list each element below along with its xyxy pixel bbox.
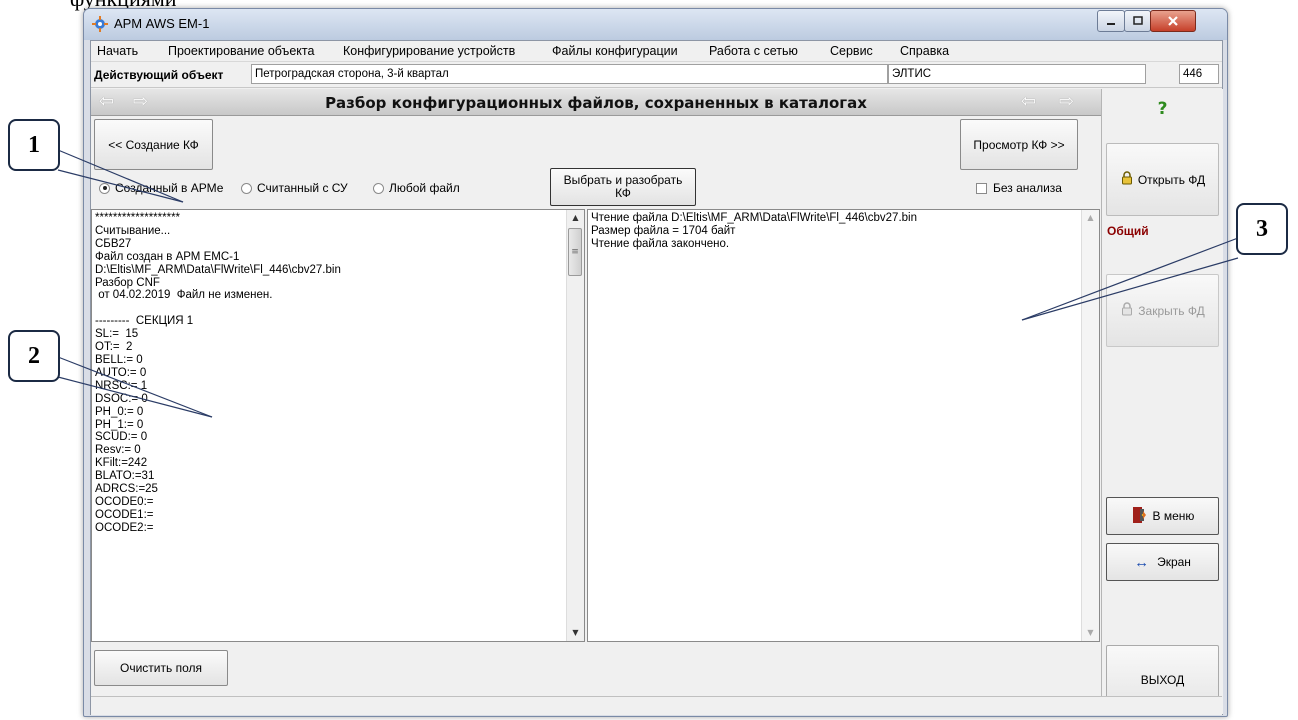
callout-line (1021, 257, 1239, 321)
callout-line (57, 169, 184, 203)
callout-line (57, 356, 213, 418)
callout-lines (57, 149, 1239, 418)
callout-line (1021, 237, 1239, 321)
callout-line (57, 376, 213, 418)
callout-2: 2 (8, 330, 60, 382)
callout-3: 3 (1236, 203, 1288, 255)
callout-1: 1 (8, 119, 60, 171)
callout-line (57, 149, 184, 203)
